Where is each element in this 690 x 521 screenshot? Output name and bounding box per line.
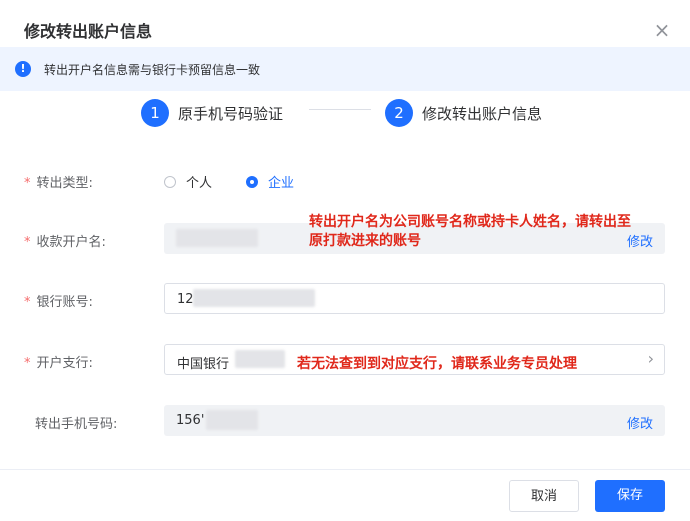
account-value: 12 <box>177 292 194 307</box>
payee-label-text: 收款开户名: <box>36 235 106 250</box>
modify-account-dialog: 修改转出账户信息 × ! 转出开户名信息需与银行卡预留信息一致 1 原手机号码验… <box>0 0 690 521</box>
type-label: * 转出类型: <box>24 172 93 191</box>
payee-annotation-line2: 原打款进来的账号 <box>309 233 421 249</box>
account-label: * 银行账号: <box>24 291 93 310</box>
branch-label: * 开户支行: <box>24 352 93 371</box>
required-mark: * <box>24 356 31 371</box>
branch-value: 中国银行 <box>177 357 230 372</box>
step-divider <box>309 109 371 110</box>
phone-label: 转出手机号码: <box>35 417 118 432</box>
step-2-label: 修改转出账户信息 <box>422 104 543 123</box>
phone-value: 156' <box>176 413 205 428</box>
account-label-text: 银行账号: <box>36 295 93 310</box>
redacted-phone <box>206 410 258 430</box>
redacted-account <box>193 289 315 307</box>
chevron-right-icon[interactable]: › <box>648 349 654 368</box>
type-label-text: 转出类型: <box>36 176 93 191</box>
radio-personal-label: 个人 <box>186 176 213 191</box>
account-input[interactable]: 12 <box>164 283 665 314</box>
radio-enterprise-dot[interactable] <box>246 175 258 188</box>
required-mark: * <box>24 176 31 191</box>
step-2-number: 2 <box>385 99 413 127</box>
payee-annotation: 转出开户名为公司账号名称或持卡人姓名，请转出至 原打款进来的账号 <box>309 213 631 251</box>
cancel-button[interactable]: 取消 <box>509 480 579 512</box>
payee-annotation-line1: 转出开户名为公司账号名称或持卡人姓名，请转出至 <box>309 214 631 230</box>
radio-enterprise-label: 企业 <box>268 176 295 191</box>
notice-text: 转出开户名信息需与银行卡预留信息一致 <box>44 63 261 77</box>
phone-field: 156' 修改 <box>164 405 665 436</box>
notice-bar: ! 转出开户名信息需与银行卡预留信息一致 <box>0 47 690 91</box>
required-mark: * <box>24 235 31 250</box>
info-icon: ! <box>15 61 31 77</box>
required-mark: * <box>24 295 31 310</box>
radio-personal-dot[interactable] <box>164 175 176 188</box>
step-2: 2 修改转出账户信息 <box>385 98 542 128</box>
close-icon[interactable]: × <box>652 20 672 40</box>
footer-divider <box>0 469 690 470</box>
dialog-title: 修改转出账户信息 <box>24 22 153 41</box>
redacted-branch <box>235 350 285 368</box>
payee-label: * 收款开户名: <box>24 231 106 250</box>
step-1: 1 原手机号码验证 <box>141 98 283 128</box>
branch-label-text: 开户支行: <box>36 356 93 371</box>
radio-enterprise[interactable]: 企业 <box>246 172 294 191</box>
save-button[interactable]: 保存 <box>595 480 665 512</box>
phone-edit-link[interactable]: 修改 <box>627 413 653 432</box>
step-1-number: 1 <box>141 99 169 127</box>
step-1-label: 原手机号码验证 <box>178 104 284 123</box>
branch-annotation: 若无法查到到对应支行，请联系业务专员处理 <box>297 356 577 372</box>
redacted-payee <box>176 229 258 247</box>
radio-personal[interactable]: 个人 <box>164 172 212 191</box>
